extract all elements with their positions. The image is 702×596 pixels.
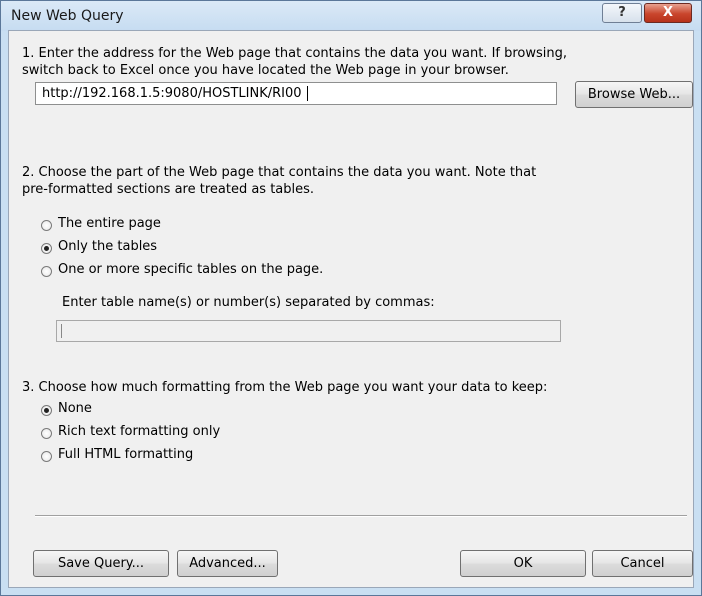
save-query-label: Save Query... — [57, 556, 145, 571]
radio-format-rich-text[interactable] — [41, 428, 52, 439]
radio-entire-page[interactable] — [41, 220, 52, 231]
advanced-button[interactable]: Advanced... — [177, 550, 278, 577]
step1-instruction-line1: 1. Enter the address for the Web page th… — [22, 46, 568, 61]
radio-entire-page-label[interactable]: The entire page — [58, 216, 161, 231]
browse-web-label: Browse Web... — [587, 87, 681, 102]
table-names-input[interactable] — [56, 320, 561, 342]
ok-button[interactable]: OK — [460, 550, 586, 577]
address-value: http://192.168.1.5:9080/HOSTLINK/RI00 — [42, 86, 302, 101]
radio-only-tables-label[interactable]: Only the tables — [58, 239, 157, 254]
step1-instruction-line2: switch back to Excel once you have locat… — [22, 63, 509, 78]
address-input[interactable]: http://192.168.1.5:9080/HOSTLINK/RI00 — [35, 82, 557, 105]
radio-specific-tables-label[interactable]: One or more specific tables on the page. — [58, 262, 323, 277]
close-icon: X — [662, 5, 674, 20]
step3-instruction: 3. Choose how much formatting from the W… — [22, 380, 548, 395]
cancel-button[interactable]: Cancel — [592, 550, 693, 577]
radio-format-full-html-label[interactable]: Full HTML formatting — [58, 447, 193, 462]
title-bar[interactable]: New Web Query ? X — [1, 1, 701, 31]
radio-only-tables[interactable] — [41, 243, 52, 254]
step2-instruction-line1: 2. Choose the part of the Web page that … — [22, 165, 537, 180]
radio-format-none-label[interactable]: None — [58, 401, 92, 416]
close-button[interactable]: X — [644, 3, 692, 23]
help-button[interactable]: ? — [602, 3, 642, 23]
radio-format-none[interactable] — [41, 405, 52, 416]
radio-format-rich-text-label[interactable]: Rich text formatting only — [58, 424, 220, 439]
advanced-label: Advanced... — [189, 556, 266, 571]
cancel-label: Cancel — [620, 556, 665, 571]
browse-web-button[interactable]: Browse Web... — [575, 81, 693, 108]
save-query-button[interactable]: Save Query... — [33, 550, 169, 577]
help-icon: ? — [618, 5, 626, 20]
radio-specific-tables[interactable] — [41, 266, 52, 277]
separator — [35, 515, 687, 517]
ok-label: OK — [513, 556, 533, 571]
table-names-label: Enter table name(s) or number(s) separat… — [62, 295, 435, 310]
dialog-title: New Web Query — [11, 8, 124, 24]
step2-instruction-line2: pre-formatted sections are treated as ta… — [22, 182, 315, 197]
radio-format-full-html[interactable] — [41, 451, 52, 462]
